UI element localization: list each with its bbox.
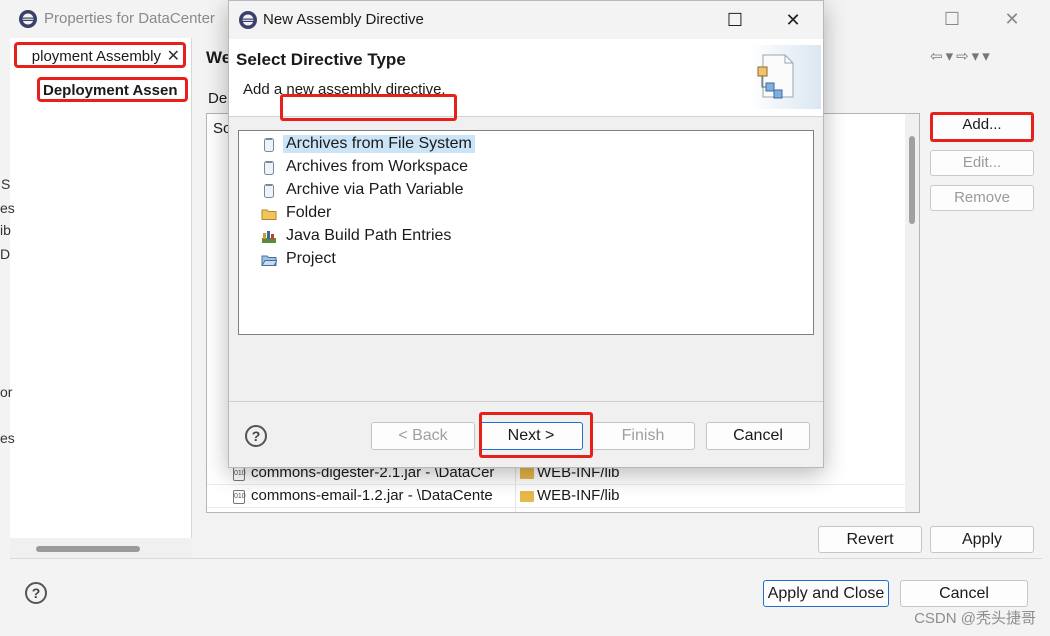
vertical-scrollbar[interactable] bbox=[905, 114, 919, 512]
back-button[interactable]: < Back bbox=[371, 422, 475, 450]
page-description: De bbox=[208, 90, 228, 107]
navigation-arrows-icon[interactable]: ⇦▾⇨▾▾ bbox=[930, 47, 993, 65]
jar-icon bbox=[264, 161, 274, 175]
dialog-title: New Assembly Directive bbox=[263, 11, 424, 28]
clear-filter-icon[interactable]: ✕ bbox=[167, 46, 180, 65]
directive-type-list[interactable]: Archives from File System Archives from … bbox=[238, 130, 814, 335]
button-bar-separator bbox=[229, 401, 823, 402]
highlight-java-build-path-entries bbox=[280, 94, 457, 121]
apply-and-close-button[interactable]: Apply and Close bbox=[763, 580, 889, 607]
highlight-next-button bbox=[479, 412, 593, 458]
properties-window-title: Properties for DataCenter bbox=[44, 10, 215, 27]
watermark: CSDN @秃头捷哥 bbox=[914, 610, 1036, 627]
edit-button[interactable]: Edit... bbox=[930, 150, 1034, 176]
help-icon[interactable]: ? bbox=[245, 425, 267, 447]
edge-text: or bbox=[0, 384, 13, 400]
scrollbar-thumb[interactable] bbox=[909, 136, 915, 224]
jar-icon bbox=[264, 184, 274, 198]
apply-button[interactable]: Apply bbox=[930, 526, 1034, 553]
filter-input-value[interactable]: ployment Assembly bbox=[32, 48, 161, 65]
remove-button[interactable]: Remove bbox=[930, 185, 1034, 211]
footer-separator bbox=[10, 558, 1042, 559]
row-deploy-path: WEB-INF/lib bbox=[537, 487, 620, 504]
preference-tree-panel: ployment Assembly ✕ Deployment Assen bbox=[10, 38, 192, 558]
cancel-button[interactable]: Cancel bbox=[706, 422, 810, 450]
list-item-label: Project bbox=[286, 250, 336, 267]
list-item-label: Archives from File System bbox=[283, 135, 475, 153]
add-button[interactable]: Add... bbox=[930, 112, 1034, 142]
folder-icon bbox=[520, 468, 534, 479]
jar-icon bbox=[264, 138, 274, 152]
list-item-label: Archives from Workspace bbox=[286, 158, 468, 175]
edge-text: es bbox=[0, 430, 15, 446]
wizard-banner-icon bbox=[749, 45, 821, 109]
project-folder-icon bbox=[261, 255, 277, 266]
cancel-button[interactable]: Cancel bbox=[900, 580, 1028, 607]
list-item-label: Folder bbox=[286, 204, 332, 221]
new-assembly-directive-dialog: New Assembly Directive ☐ ✕ Select Direct… bbox=[228, 0, 824, 468]
tree-item-label: Deployment Assen bbox=[43, 82, 178, 99]
library-icon bbox=[262, 231, 276, 243]
edge-text: S bbox=[1, 176, 11, 192]
help-icon[interactable]: ? bbox=[25, 582, 47, 604]
close-icon[interactable]: ✕ bbox=[990, 6, 1034, 32]
edge-text: es bbox=[0, 200, 15, 216]
tree-item-deployment-assembly[interactable]: Deployment Assen bbox=[37, 77, 188, 102]
edge-text: ib bbox=[0, 222, 11, 238]
maximize-icon[interactable]: ☐ bbox=[930, 6, 974, 32]
horizontal-scrollbar[interactable] bbox=[10, 538, 192, 558]
eclipse-app-icon bbox=[19, 10, 37, 28]
revert-button[interactable]: Revert bbox=[818, 526, 922, 553]
wizard-page-title: Select Directive Type bbox=[236, 50, 406, 69]
list-item-label: Java Build Path Entries bbox=[286, 227, 452, 244]
jar-icon: 010 bbox=[233, 490, 246, 504]
folder-icon bbox=[520, 491, 534, 502]
edge-text: D bbox=[0, 246, 11, 262]
filter-input[interactable]: ployment Assembly ✕ bbox=[14, 42, 186, 68]
close-icon[interactable]: ✕ bbox=[773, 7, 813, 33]
folder-icon bbox=[261, 209, 277, 220]
scrollbar-thumb[interactable] bbox=[36, 546, 140, 552]
finish-button[interactable]: Finish bbox=[591, 422, 695, 450]
row-source: commons-email-1.2.jar - \DataCente bbox=[251, 487, 493, 504]
list-item-label: Archive via Path Variable bbox=[286, 181, 464, 198]
jar-icon: 010 bbox=[233, 467, 246, 481]
dialog-titlebar: New Assembly Directive ☐ ✕ bbox=[229, 1, 823, 39]
eclipse-app-icon bbox=[239, 11, 257, 29]
table-row[interactable]: 010 commons-email-1.2.jar - \DataCente W… bbox=[207, 485, 907, 508]
maximize-icon[interactable]: ☐ bbox=[715, 7, 755, 33]
